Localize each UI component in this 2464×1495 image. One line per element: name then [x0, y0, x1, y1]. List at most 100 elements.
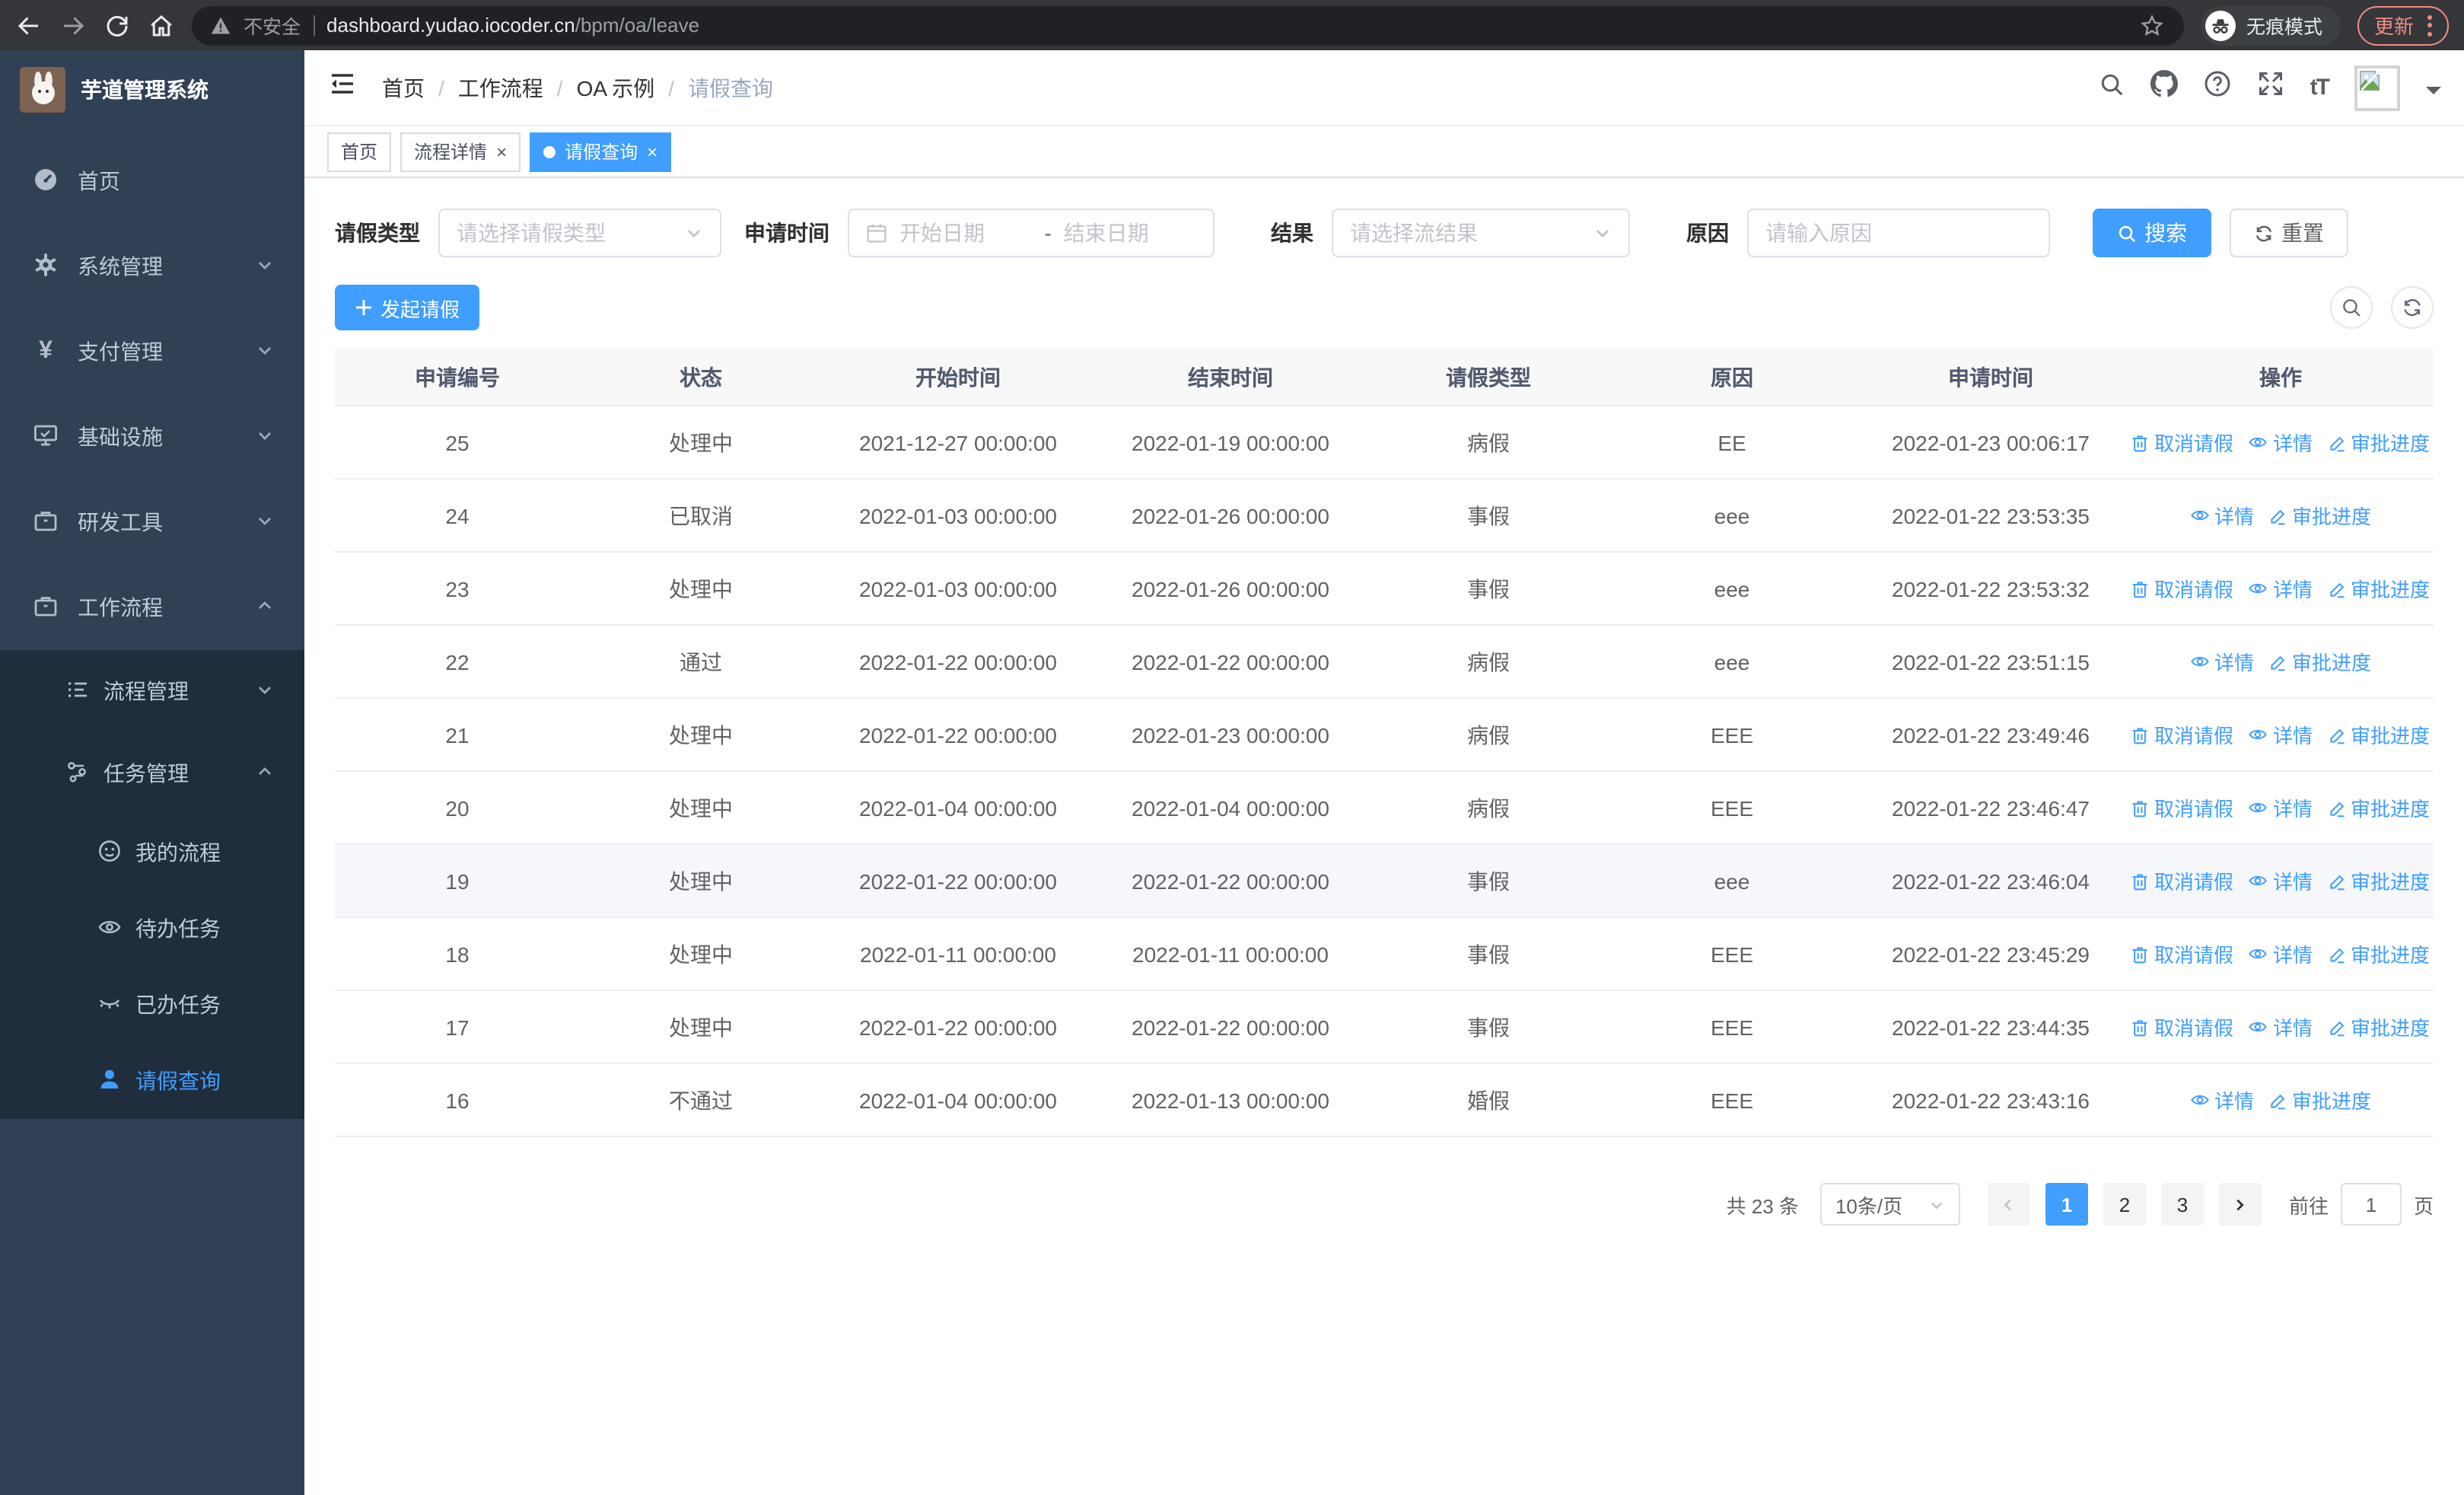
cell-reason: EE	[1717, 430, 1746, 454]
leave-type-select[interactable]: 请选择请假类型	[438, 209, 721, 257]
approval-progress-link[interactable]: 审批进度	[2328, 939, 2430, 968]
trash-icon	[2133, 946, 2148, 963]
page-number-button[interactable]: 2	[2103, 1183, 2146, 1226]
cancel-leave-link[interactable]: 取消请假	[2131, 939, 2233, 968]
detail-link[interactable]: 详情	[2190, 501, 2254, 530]
avatar-caret-icon[interactable]	[2426, 87, 2441, 102]
tag-home[interactable]: 首页	[327, 132, 392, 171]
cell-leave-type: 病假	[1467, 430, 1510, 454]
goto-page-input[interactable]: 1	[2340, 1183, 2402, 1226]
github-icon[interactable]	[2150, 70, 2178, 105]
sidebar-item-leave-query[interactable]: 请假查询	[0, 1043, 304, 1119]
help-icon[interactable]	[2204, 70, 2231, 105]
tag-leave-query[interactable]: 请假查询 ×	[530, 132, 672, 171]
cancel-leave-link[interactable]: 取消请假	[2131, 1012, 2233, 1041]
forward-icon[interactable]	[59, 11, 87, 39]
prev-page-button[interactable]	[1987, 1183, 2030, 1226]
column-header: 结束时间	[1188, 365, 1273, 389]
font-size-icon[interactable]: tT	[2310, 75, 2330, 100]
breadcrumb-item[interactable]: 首页	[382, 72, 425, 103]
table-row[interactable]: 17 处理中 2022-01-22 00:00:00 2022-01-22 00…	[335, 991, 2434, 1064]
reason-input[interactable]: 请输入原因	[1747, 209, 2050, 257]
sidebar-item-pay[interactable]: ¥ 支付管理	[0, 309, 304, 394]
table-row[interactable]: 23 处理中 2022-01-03 00:00:00 2022-01-26 00…	[335, 553, 2434, 626]
table-row[interactable]: 20 处理中 2022-01-04 00:00:00 2022-01-04 00…	[335, 772, 2434, 845]
page-number-button[interactable]: 1	[2045, 1183, 2088, 1226]
detail-link[interactable]: 详情	[2190, 1085, 2254, 1114]
detail-link[interactable]: 详情	[2249, 1012, 2313, 1041]
update-button[interactable]: 更新	[2357, 5, 2449, 45]
breadcrumb-item[interactable]: 工作流程	[458, 72, 543, 103]
sidebar-item-done-tasks[interactable]: 已办任务	[0, 967, 304, 1043]
bookmark-star-icon[interactable]	[2138, 11, 2166, 39]
close-icon[interactable]: ×	[647, 142, 657, 161]
table-row[interactable]: 19 处理中 2022-01-22 00:00:00 2022-01-22 00…	[335, 845, 2434, 918]
page-number-button[interactable]: 3	[2160, 1183, 2204, 1226]
sidebar-item-task-mgmt[interactable]: 任务管理	[0, 732, 304, 814]
approval-progress-link[interactable]: 审批进度	[2269, 501, 2371, 530]
not-secure-warning-icon[interactable]	[210, 14, 231, 36]
approval-progress-link[interactable]: 审批进度	[2269, 1085, 2371, 1114]
table-row[interactable]: 18 处理中 2022-01-11 00:00:00 2022-01-11 00…	[335, 918, 2434, 991]
detail-link[interactable]: 详情	[2249, 939, 2313, 968]
sidebar-item-devtools[interactable]: 研发工具	[0, 480, 304, 565]
sidebar-item-my-process[interactable]: 我的流程	[0, 814, 304, 891]
cancel-leave-link[interactable]: 取消请假	[2131, 428, 2233, 457]
reload-icon[interactable]	[103, 11, 131, 39]
table-row[interactable]: 21 处理中 2022-01-22 00:00:00 2022-01-23 00…	[335, 699, 2434, 772]
back-icon[interactable]	[15, 11, 43, 39]
menu-fold-icon[interactable]	[327, 69, 358, 107]
cancel-leave-link[interactable]: 取消请假	[2131, 866, 2233, 895]
breadcrumb-item[interactable]: OA 示例	[577, 72, 655, 103]
table-row[interactable]: 24 已取消 2022-01-03 00:00:00 2022-01-26 00…	[335, 480, 2434, 553]
approval-progress-link[interactable]: 审批进度	[2328, 793, 2430, 822]
approval-progress-link[interactable]: 审批进度	[2328, 866, 2430, 895]
pen-icon	[2329, 874, 2344, 890]
detail-link[interactable]: 详情	[2249, 574, 2313, 603]
detail-link[interactable]: 详情	[2190, 647, 2254, 676]
next-page-button[interactable]	[2218, 1183, 2262, 1226]
briefcase-icon	[33, 593, 58, 622]
search-icon[interactable]	[2099, 71, 2125, 104]
table-row[interactable]: 22 通过 2022-01-22 00:00:00 2022-01-22 00:…	[335, 626, 2434, 699]
url-text[interactable]: dashboard.yudao.iocoder.cn/bpm/oa/leave	[326, 14, 699, 37]
search-button[interactable]: 搜索	[2093, 209, 2211, 257]
address-bar[interactable]: 不安全 dashboard.yudao.iocoder.cn/bpm/oa/le…	[192, 5, 2184, 45]
detail-link[interactable]: 详情	[2249, 428, 2313, 457]
table-refresh-button[interactable]	[2391, 286, 2434, 329]
reset-button[interactable]: 重置	[2230, 209, 2348, 257]
table-row[interactable]: 25 处理中 2021-12-27 00:00:00 2022-01-19 00…	[335, 406, 2434, 480]
sidebar-item-system[interactable]: 系统管理	[0, 224, 304, 309]
approval-progress-link[interactable]: 审批进度	[2328, 574, 2430, 603]
page-size-select[interactable]: 10条/页	[1819, 1183, 1960, 1226]
approval-progress-link[interactable]: 审批进度	[2328, 1012, 2430, 1041]
detail-link[interactable]: 详情	[2249, 793, 2313, 822]
approval-progress-link[interactable]: 审批进度	[2328, 720, 2430, 749]
create-leave-button[interactable]: 发起请假	[335, 285, 480, 330]
approval-progress-link[interactable]: 审批进度	[2269, 647, 2371, 676]
sidebar-item-infra[interactable]: 基础设施	[0, 394, 304, 480]
cancel-leave-link[interactable]: 取消请假	[2131, 793, 2233, 822]
pagination-goto: 前往 1 页	[2289, 1183, 2434, 1226]
cancel-leave-link[interactable]: 取消请假	[2131, 574, 2233, 603]
sidebar-item-todo-tasks[interactable]: 待办任务	[0, 891, 304, 967]
close-icon[interactable]: ×	[496, 142, 507, 161]
detail-link[interactable]: 详情	[2249, 866, 2313, 895]
browser-menu-icon[interactable]	[2427, 14, 2432, 36]
sidebar-item-process-mgmt[interactable]: 流程管理	[0, 650, 304, 732]
home-icon[interactable]	[148, 11, 175, 39]
cancel-leave-link[interactable]: 取消请假	[2131, 720, 2233, 749]
sidebar-item-workflow[interactable]: 工作流程	[0, 565, 304, 650]
table-search-toggle-button[interactable]	[2330, 286, 2373, 329]
url-divider	[313, 14, 315, 36]
detail-link[interactable]: 详情	[2249, 720, 2313, 749]
fullscreen-icon[interactable]	[2257, 70, 2284, 105]
table-row[interactable]: 16 不通过 2022-01-04 00:00:00 2022-01-13 00…	[335, 1064, 2434, 1137]
apply-time-range-picker[interactable]: 开始日期 - 结束日期	[848, 209, 1214, 257]
avatar[interactable]	[2354, 65, 2400, 110]
result-select[interactable]: 请选择流结果	[1332, 209, 1630, 257]
tag-process-detail[interactable]: 流程详情 ×	[400, 132, 521, 171]
approval-progress-link[interactable]: 审批进度	[2328, 428, 2430, 457]
sidebar-item-home[interactable]: 首页	[0, 139, 304, 224]
cell-start-time: 2022-01-22 00:00:00	[859, 1015, 1057, 1039]
